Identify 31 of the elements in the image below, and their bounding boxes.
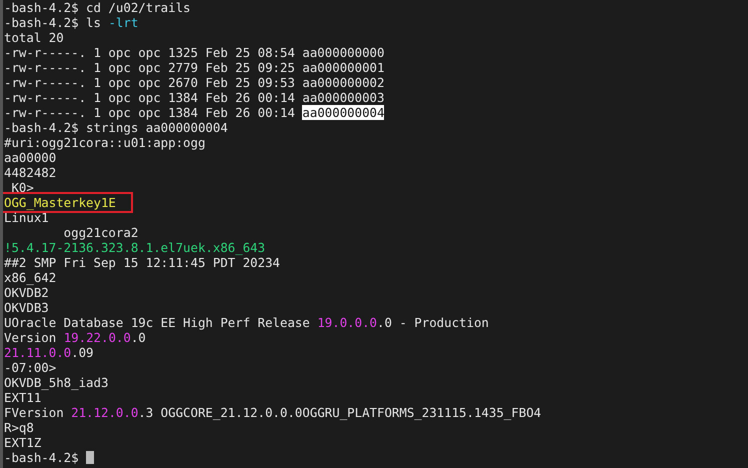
terminal-line: OKVDB_5h8_iad3 — [4, 375, 108, 390]
terminal-line: !5.4.17-2136.323.8.1.el7uek.x86_643 — [4, 240, 266, 255]
terminal-line: -rw-r-----. 1 opc opc 1384 Feb 26 00:14 aa000000004 — [4, 105, 384, 120]
terminal-line: -rw-r-----. 1 opc opc 2779 Feb 25 09:25 aa000000001 — [4, 60, 384, 75]
terminal-line: UOracle Database 19c EE High Perf Release 19.0.0.0.0 - Production — [4, 315, 489, 330]
terminal-line: -rw-r-----. 1 opc opc 1384 Feb 26 00:14 aa000000003 — [4, 90, 384, 105]
terminal-line: -bash-4.2$ strings aa000000004 — [4, 120, 228, 135]
terminal-line: total 20 — [4, 30, 64, 45]
terminal-line: FVersion 21.12.0.0.3 OGGCORE_21.12.0.0.0OGGRU_PLATFORMS_231115.1435_FBO4 — [4, 405, 542, 420]
terminal-line: Linux1 — [4, 210, 49, 225]
terminal-line: Version 19.22.0.0.0 — [4, 330, 146, 345]
terminal-line: ogg21cora2 — [62, 225, 138, 240]
terminal-line: OKVDB2 — [4, 285, 49, 300]
terminal-line: 4482482 — [4, 165, 56, 180]
terminal-line: x86_642 — [4, 270, 56, 285]
terminal-line: -07:00> — [4, 360, 56, 375]
terminal-line: -rw-r-----. 1 opc opc 1325 Feb 25 08:54 aa000000000 — [4, 45, 384, 60]
highlighted-line: OGG_Masterkey1E — [4, 195, 130, 210]
terminal-line: K0> — [10, 180, 34, 195]
terminal-line: R>q8 — [4, 420, 34, 435]
terminal-line: -bash-4.2$ ls -lrt — [4, 15, 138, 30]
terminal-line: #uri:ogg21cora::u01:app:ogg — [4, 135, 206, 150]
terminal-line: -bash-4.2$ cd /u02/trails — [4, 0, 190, 15]
terminal-line: OKVDB3 — [4, 300, 49, 315]
terminal-line: EXT1Z — [4, 435, 42, 450]
terminal-line: ##2 SMP Fri Sep 15 12:11:45 PDT 20234 — [4, 255, 280, 270]
terminal-line: aa00000 — [4, 150, 56, 165]
terminal-line: -rw-r-----. 1 opc opc 2670 Feb 25 09:53 aa000000002 — [4, 75, 384, 90]
terminal-line: 21.11.0.0.09 — [4, 345, 94, 360]
terminal-line: -bash-4.2$ — [4, 450, 80, 465]
terminal-line: EXT11 — [4, 390, 42, 405]
